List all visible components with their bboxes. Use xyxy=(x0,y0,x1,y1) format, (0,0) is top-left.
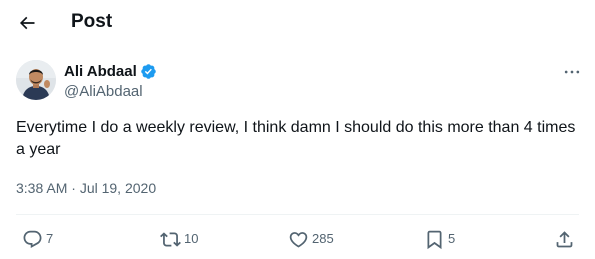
avatar-image xyxy=(16,60,56,100)
tweet-date[interactable]: Jul 19, 2020 xyxy=(80,180,156,196)
more-horizontal-icon xyxy=(564,70,580,74)
verified-badge-icon[interactable] xyxy=(140,63,157,80)
tweet-time[interactable]: 3:38 AM xyxy=(16,180,67,196)
tweet-timestamp[interactable]: 3:38 AM · Jul 19, 2020 xyxy=(16,179,156,198)
divider xyxy=(16,214,579,215)
author-name[interactable]: Ali Abdaal xyxy=(64,62,137,81)
reply-button[interactable]: 7 xyxy=(22,228,53,250)
like-count: 285 xyxy=(312,231,334,246)
avatar[interactable] xyxy=(16,60,56,100)
share-icon xyxy=(556,230,573,247)
reply-icon xyxy=(23,230,42,248)
bookmark-icon xyxy=(427,230,442,249)
arrow-left-icon xyxy=(19,16,35,30)
bookmark-count: 5 xyxy=(448,231,456,246)
meta-separator: · xyxy=(71,180,76,196)
more-options-button[interactable] xyxy=(560,62,584,82)
repost-icon xyxy=(160,231,181,247)
share-button[interactable] xyxy=(554,228,575,250)
author-handle[interactable]: @AliAbdaal xyxy=(64,82,143,101)
bookmark-button[interactable]: 5 xyxy=(424,228,455,250)
tweet-text: Everytime I do a weekly review, I think … xyxy=(16,119,576,158)
back-button[interactable] xyxy=(10,6,44,40)
like-button[interactable]: 285 xyxy=(288,228,334,250)
reply-count: 7 xyxy=(46,231,54,246)
author-name-row[interactable]: Ali Abdaal xyxy=(64,62,157,81)
page-title: Post xyxy=(71,11,113,32)
post-header: Post xyxy=(0,0,595,44)
repost-count: 10 xyxy=(184,231,199,246)
heart-icon xyxy=(289,231,308,248)
repost-button[interactable]: 10 xyxy=(160,228,198,250)
